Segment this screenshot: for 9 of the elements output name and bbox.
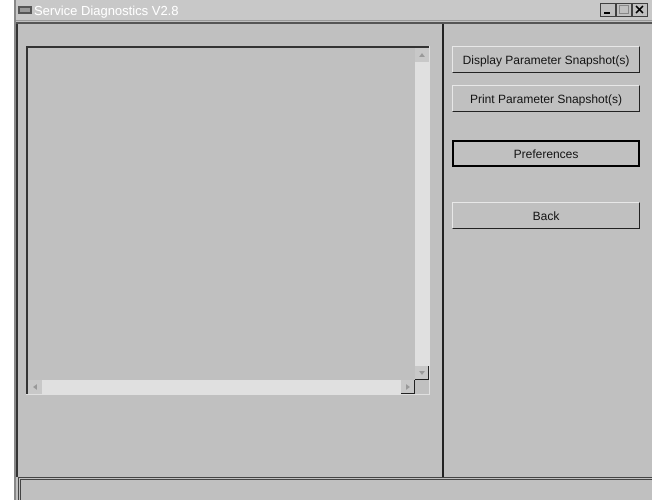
scroll-down-icon[interactable]: [415, 366, 429, 380]
action-button[interactable]: Display Parameter Snapshot(s): [452, 46, 640, 73]
action-button[interactable]: Preferences: [452, 140, 640, 167]
action-button[interactable]: Back: [452, 202, 640, 229]
close-icon[interactable]: [632, 3, 648, 17]
action-button[interactable]: Print Parameter Snapshot(s): [452, 85, 640, 112]
maximize-icon[interactable]: [616, 3, 632, 17]
scroll-right-icon[interactable]: [401, 380, 415, 394]
minimize-icon[interactable]: [600, 3, 616, 17]
